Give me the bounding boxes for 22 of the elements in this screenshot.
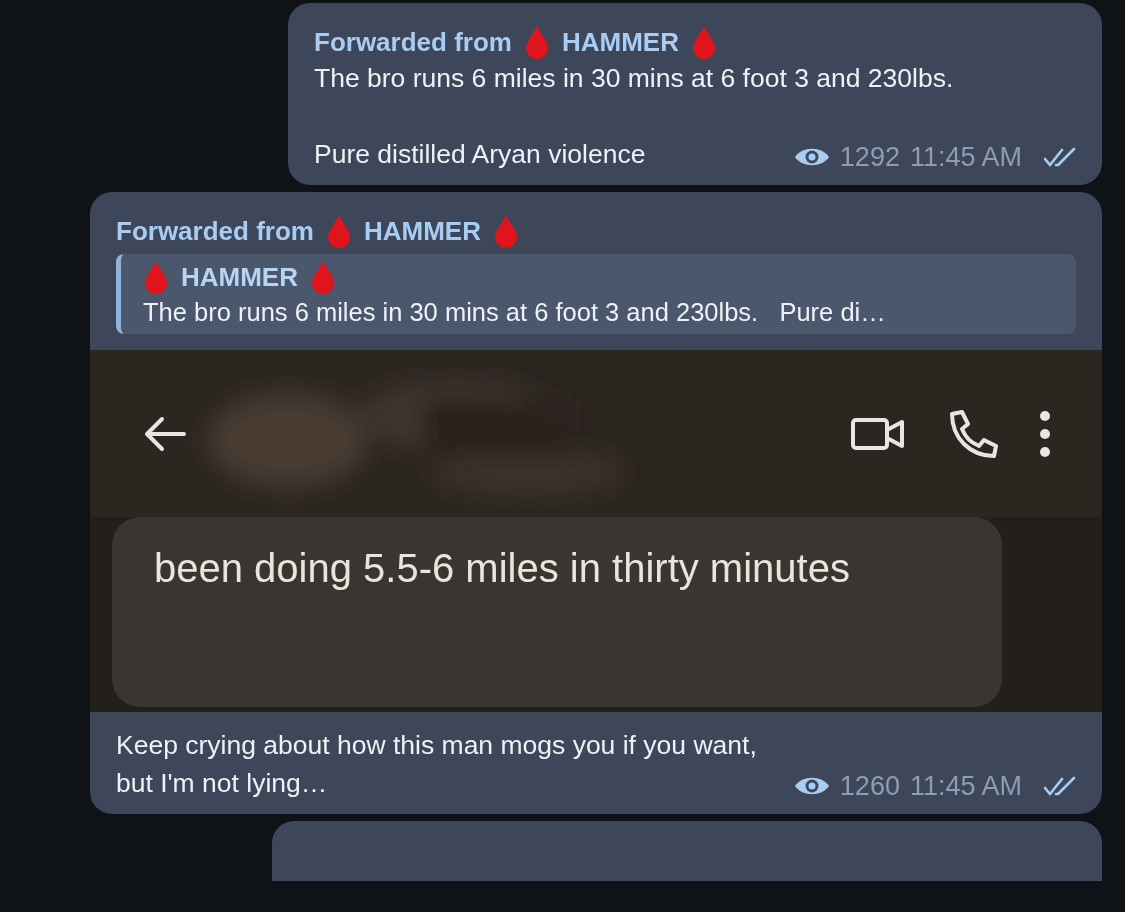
chat-message: been doing 5.5-6 miles in thirty minutes — [112, 517, 1002, 707]
forwarded-label: Forwarded from — [314, 26, 512, 59]
message-text: The bro runs 6 miles in 30 mins at 6 foot 3 and 230lbs. — [314, 62, 955, 95]
reply-author: HAMMER — [181, 261, 298, 294]
message-text: Keep crying about how this man mogs you if you want, but I'm not lying… — [116, 729, 758, 800]
drop-icon — [523, 25, 550, 59]
channel-name[interactable]: HAMMER — [363, 214, 481, 248]
message-time: 11:45 AM — [909, 769, 1022, 803]
channel-name[interactable]: HAMMER — [561, 25, 679, 59]
message-text: Pure distilled Aryan violence — [314, 138, 646, 171]
reply-preview: The bro runs 6 miles in 30 mins at 6 foot 3 and 230lbs. Pure di… — [143, 297, 887, 328]
more-icon[interactable] — [1038, 409, 1052, 458]
drop-icon — [325, 214, 352, 248]
drop-icon — [143, 260, 169, 294]
forwarded-label: Forwarded from — [116, 215, 314, 248]
drop-icon — [492, 214, 519, 248]
reply-quote[interactable]: HAMMER The bro runs 6 miles in 30 mins at 6 foot 3 and 230lbs. Pure di… — [116, 254, 1076, 334]
view-count: 1260 — [839, 769, 900, 803]
drop-icon — [690, 25, 717, 59]
drop-icon — [310, 260, 336, 294]
view-count: 1292 — [839, 140, 900, 174]
message-time: 11:45 AM — [909, 140, 1022, 174]
